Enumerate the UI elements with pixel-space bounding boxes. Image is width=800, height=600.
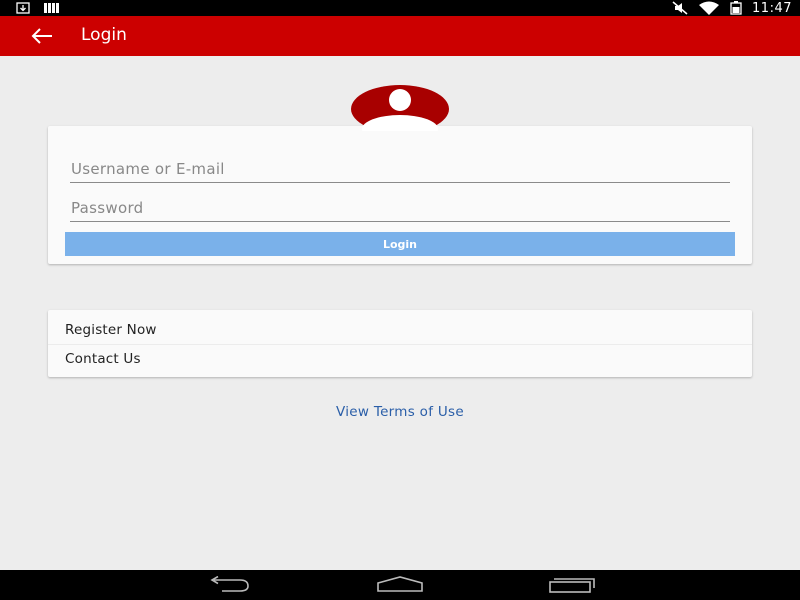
nav-back-icon[interactable] xyxy=(206,576,252,594)
battery-icon xyxy=(730,1,742,15)
divider xyxy=(48,344,752,345)
nav-recents-icon[interactable] xyxy=(548,576,596,594)
arrow-left-icon[interactable] xyxy=(30,27,54,45)
status-bar: 11:47 xyxy=(0,0,800,16)
terms-of-use-link[interactable]: View Terms of Use xyxy=(0,404,800,420)
navigation-bar xyxy=(0,570,800,600)
login-button[interactable]: Login xyxy=(65,232,735,256)
wifi-icon xyxy=(699,1,720,15)
status-left-icons xyxy=(16,2,60,14)
links-card: Register Now Contact Us xyxy=(48,310,752,377)
contact-us-link[interactable]: Contact Us xyxy=(65,351,141,367)
username-field[interactable] xyxy=(70,157,730,183)
user-avatar-icon xyxy=(351,85,449,131)
app-bar: Login xyxy=(0,16,800,56)
page-title: Login xyxy=(81,25,127,45)
mute-icon xyxy=(672,1,688,15)
download-icon xyxy=(16,2,30,14)
password-field[interactable] xyxy=(70,196,730,222)
bars-icon xyxy=(44,3,59,13)
status-right-icons: 11:47 xyxy=(672,0,792,16)
register-now-link[interactable]: Register Now xyxy=(65,322,157,338)
nav-home-icon[interactable] xyxy=(376,576,424,594)
status-clock: 11:47 xyxy=(752,0,792,16)
